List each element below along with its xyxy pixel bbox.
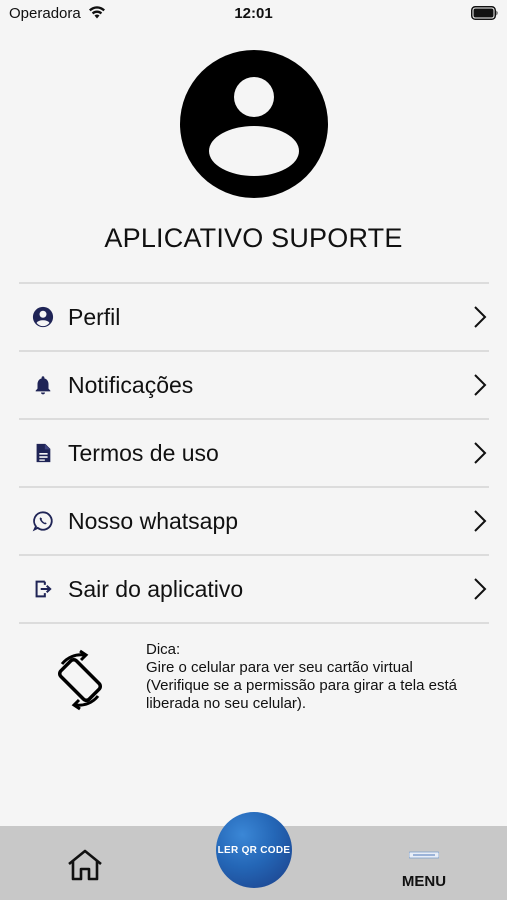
logout-icon bbox=[31, 577, 55, 601]
chevron-right-icon bbox=[474, 442, 487, 464]
status-bar: Operadora 12:01 bbox=[0, 0, 507, 28]
menu-icon bbox=[409, 851, 439, 859]
menu-item-label: Perfil bbox=[68, 303, 121, 330]
clock: 12:01 bbox=[234, 5, 273, 22]
menu-item-sair[interactable]: Sair do aplicativo bbox=[19, 556, 489, 622]
tip-line: (Verifique se a permissão para girar a t… bbox=[146, 677, 457, 694]
menu-item-label: Nosso whatsapp bbox=[68, 507, 239, 534]
chevron-right-icon bbox=[474, 374, 487, 396]
chevron-right-icon bbox=[474, 306, 487, 328]
avatar-icon bbox=[180, 50, 328, 198]
menu-item-perfil[interactable]: Perfil bbox=[19, 284, 489, 350]
bell-icon bbox=[31, 373, 55, 397]
menu-item-termos[interactable]: Termos de uso bbox=[19, 420, 489, 486]
menu-item-label: Notificações bbox=[68, 371, 194, 398]
chevron-right-icon bbox=[474, 510, 487, 532]
account-circle-icon bbox=[31, 305, 55, 329]
whatsapp-icon bbox=[31, 509, 55, 533]
tip-line: liberada no seu celular). bbox=[146, 695, 307, 712]
app-title: APLICATIVO SUPORTE bbox=[104, 223, 403, 253]
battery-icon bbox=[471, 6, 498, 20]
menu-item-notificacoes[interactable]: Notificações bbox=[19, 352, 489, 418]
tip-text: Dica: Gire o celular para ver seu cartão… bbox=[146, 641, 486, 713]
scan-qr-button[interactable]: LER QR CODE bbox=[216, 812, 292, 888]
menu-item-label: Sair do aplicativo bbox=[68, 575, 244, 602]
tip-line: Gire o celular para ver seu cartão virtu… bbox=[146, 659, 413, 676]
menu-item-label: Termos de uso bbox=[68, 439, 219, 466]
menu-item-whatsapp[interactable]: Nosso whatsapp bbox=[19, 488, 489, 554]
divider bbox=[19, 622, 489, 624]
tip-title: Dica: bbox=[146, 641, 181, 658]
chevron-right-icon bbox=[474, 578, 487, 600]
menu-nav-label: MENU bbox=[401, 873, 447, 890]
settings-menu: Perfil Notificações Termos de uso Nosso … bbox=[19, 282, 489, 624]
home-icon[interactable] bbox=[66, 848, 104, 882]
screen-rotation-icon bbox=[57, 649, 103, 711]
menu-nav-button[interactable]: MENU bbox=[392, 846, 456, 892]
document-icon bbox=[31, 441, 55, 465]
scan-qr-label: LER QR CODE bbox=[217, 844, 291, 856]
